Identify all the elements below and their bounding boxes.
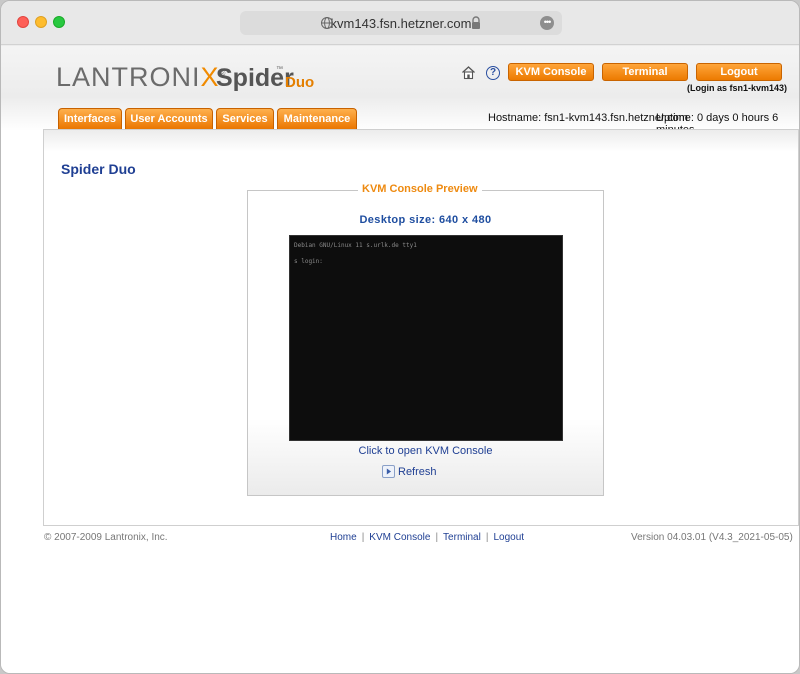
duo-logo: Duo bbox=[285, 74, 315, 91]
web-page: LANTRONIX® Spider ™ Duo ? KVM Console Te… bbox=[1, 46, 799, 673]
page-header: LANTRONIX® Spider ™ Duo ? KVM Console Te… bbox=[1, 46, 799, 136]
footer-separator: | bbox=[361, 532, 365, 543]
tab-interfaces[interactable]: Interfaces bbox=[58, 108, 122, 129]
browser-window: kvm143.fsn.hetzner.com ••• LANTRONIX® Sp… bbox=[0, 0, 800, 674]
page-title: Spider Duo bbox=[61, 161, 136, 177]
content-topband bbox=[44, 130, 798, 152]
kvm-preview-legend: KVM Console Preview bbox=[358, 183, 482, 195]
footer-kvm-console-link[interactable]: KVM Console bbox=[369, 532, 430, 543]
tab-maintenance[interactable]: Maintenance bbox=[277, 108, 357, 129]
tab-user-accounts[interactable]: User Accounts bbox=[125, 108, 213, 129]
close-window-button[interactable] bbox=[17, 16, 29, 28]
url-text: kvm143.fsn.hetzner.com bbox=[330, 15, 472, 31]
footer-home-link[interactable]: Home bbox=[330, 532, 357, 543]
footer-logout-link[interactable]: Logout bbox=[493, 532, 524, 543]
play-icon bbox=[382, 465, 395, 478]
logout-button[interactable]: Logout bbox=[696, 63, 782, 81]
footer-nav: Home | KVM Console | Terminal | Logout bbox=[330, 532, 524, 543]
lock-icon bbox=[472, 16, 480, 29]
minimize-window-button[interactable] bbox=[35, 16, 47, 28]
lantronix-logo: LANTRONIX® bbox=[56, 62, 227, 92]
desktop-size-label: Desktop size: 640 x 480 bbox=[359, 214, 492, 226]
tab-services[interactable]: Services bbox=[216, 108, 274, 129]
browser-titlebar: kvm143.fsn.hetzner.com ••• bbox=[1, 1, 799, 45]
kvm-console-button[interactable]: KVM Console bbox=[508, 63, 594, 81]
home-icon[interactable] bbox=[461, 65, 476, 80]
terminal-button[interactable]: Terminal bbox=[602, 63, 688, 81]
console-line: Debian GNU/Linux 11 s.urlk.de tty1 bbox=[294, 242, 417, 249]
version-text: Version 04.03.01 (V4.3_2021-05-05) bbox=[631, 532, 793, 543]
kvm-preview-panel: KVM Console Preview Desktop size: 640 x … bbox=[247, 183, 604, 496]
zoom-window-button[interactable] bbox=[53, 16, 65, 28]
content-panel: Spider Duo KVM Console Preview Desktop s… bbox=[43, 129, 799, 526]
footer-separator: | bbox=[435, 532, 439, 543]
refresh-link[interactable]: Refresh bbox=[382, 465, 437, 478]
more-icon[interactable]: ••• bbox=[540, 16, 554, 30]
address-bar[interactable]: kvm143.fsn.hetzner.com ••• bbox=[240, 11, 562, 35]
kvm-console-preview[interactable]: Debian GNU/Linux 11 s.urlk.de tty1 s log… bbox=[289, 235, 563, 441]
refresh-label: Refresh bbox=[398, 466, 437, 478]
footer-separator: | bbox=[485, 532, 489, 543]
login-as-label: (Login as fsn1-kvm143) bbox=[687, 83, 788, 93]
console-line: s login: bbox=[294, 258, 323, 265]
copyright-text: © 2007-2009 Lantronix, Inc. bbox=[44, 532, 168, 543]
footer-terminal-link[interactable]: Terminal bbox=[443, 532, 481, 543]
trademark-mark: ™ bbox=[276, 66, 283, 73]
help-icon[interactable]: ? bbox=[486, 66, 500, 80]
open-kvm-console-link[interactable]: Click to open KVM Console bbox=[248, 445, 603, 457]
globe-icon bbox=[321, 17, 333, 29]
